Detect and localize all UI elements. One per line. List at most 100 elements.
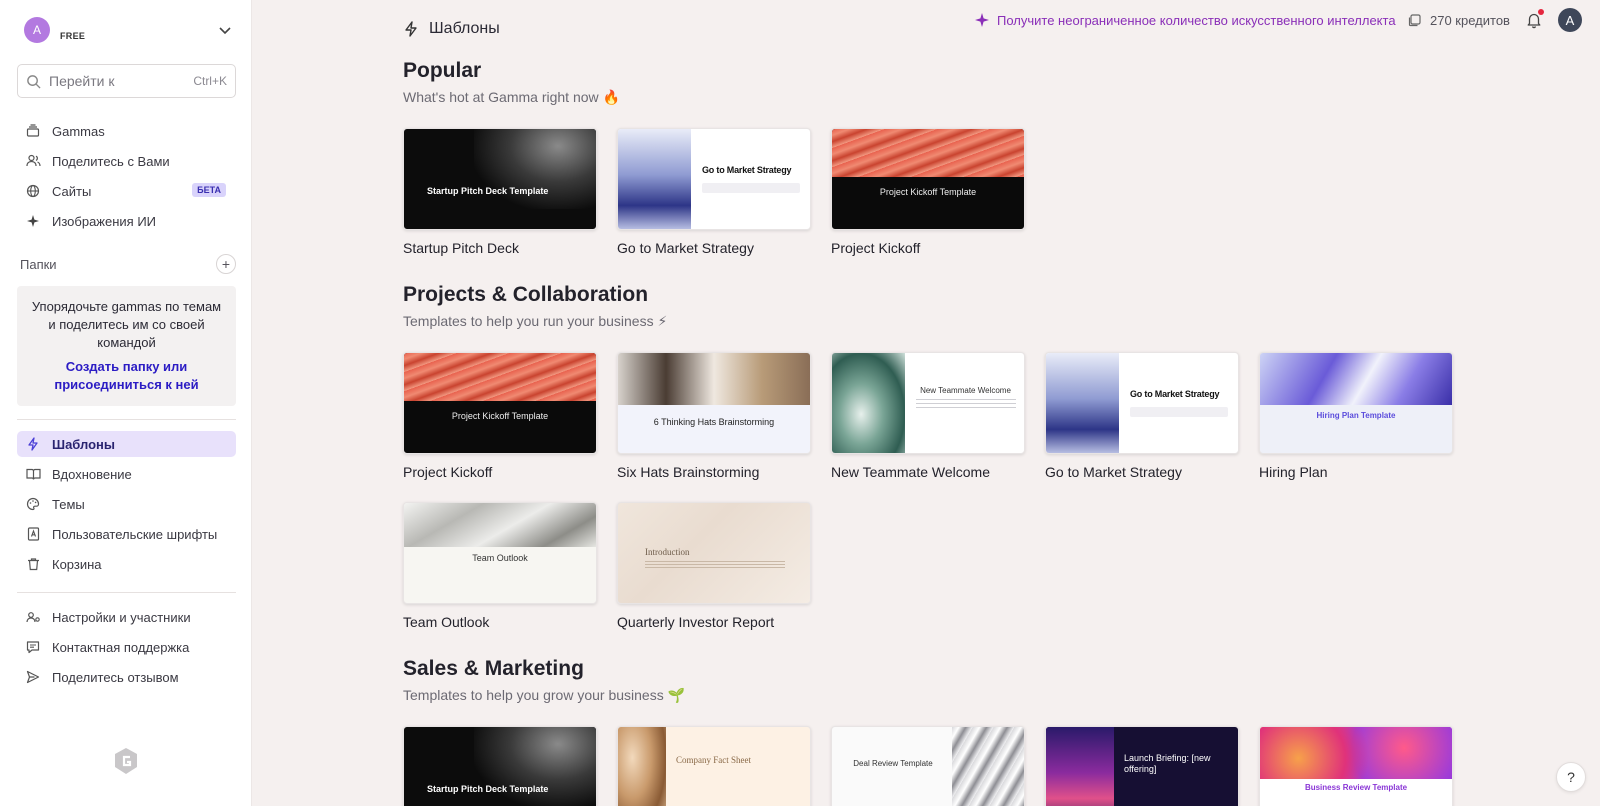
section-subtitle: What's hot at Gamma right now 🔥 (403, 89, 620, 105)
divider (17, 592, 236, 593)
settings-icon (25, 609, 41, 625)
search-input[interactable]: Перейти к Ctrl+K (17, 64, 236, 98)
thumbnail-title: Introduction (645, 547, 690, 557)
credits-text: 270 кредитов (1430, 12, 1510, 28)
template-card[interactable]: Introduction Quarterly Investor Report (617, 502, 811, 630)
section-title: Popular (403, 59, 482, 82)
template-card[interactable]: Go to Market Strategy Go to Market Strat… (617, 128, 811, 256)
thumbnail-title: Hiring Plan Template (1316, 411, 1396, 420)
template-thumbnail: Hiring Plan Template (1259, 352, 1453, 454)
search-icon (27, 74, 41, 89)
template-card[interactable]: Company Fact Sheet (617, 726, 811, 806)
section-title: Projects & Collaboration (403, 283, 649, 306)
template-card[interactable]: Startup Pitch Deck Template (403, 726, 597, 806)
section-title: Sales & Marketing (403, 657, 584, 680)
sidebar-item-shared[interactable]: Поделитесь с Вами (17, 148, 236, 174)
template-caption: Go to Market Strategy (1045, 464, 1182, 480)
template-thumbnail: Startup Pitch Deck Template (403, 128, 597, 230)
template-caption: Go to Market Strategy (617, 240, 754, 256)
sidebar-item-custom-fonts[interactable]: Пользовательские шрифты (17, 521, 236, 547)
chat-icon (25, 639, 41, 655)
template-caption: Startup Pitch Deck (403, 240, 519, 256)
thumbnail-title: Startup Pitch Deck Template (427, 186, 549, 196)
template-card[interactable]: Business Review Template (1259, 726, 1453, 806)
template-thumbnail: Team Outlook (403, 502, 597, 604)
template-card[interactable]: Launch Briefing: [new offering] (1045, 726, 1239, 806)
folders-heading: Папки (20, 257, 57, 272)
thumbnail-title: Startup Pitch Deck Template (427, 784, 549, 794)
user-avatar[interactable]: A (1558, 8, 1582, 32)
sidebar-item-templates[interactable]: Шаблоны (17, 431, 236, 457)
template-card[interactable]: 6 Thinking Hats Brainstorming Six Hats B… (617, 352, 811, 480)
thumbnail-title: Launch Briefing: [new offering] (1124, 753, 1211, 774)
credits-indicator[interactable]: 270 кредитов (1408, 11, 1510, 29)
section-subtitle: Templates to help you grow your business… (403, 687, 686, 703)
template-card[interactable]: Go to Market Strategy Go to Market Strat… (1045, 352, 1239, 480)
template-thumbnail: Go to Market Strategy (617, 128, 811, 230)
template-thumbnail: Introduction (617, 502, 811, 604)
search-shortcut: Ctrl+K (193, 74, 227, 88)
sidebar-item-label: Темы (52, 496, 85, 512)
thumbnail-title: New Teammate Welcome (920, 386, 1011, 395)
template-thumbnail: Launch Briefing: [new offering] (1045, 726, 1239, 806)
help-button[interactable]: ? (1556, 762, 1586, 792)
template-caption: Hiring Plan (1259, 464, 1328, 480)
template-caption: Project Kickoff (403, 464, 493, 480)
chevron-down-icon[interactable] (216, 21, 234, 39)
template-caption: Project Kickoff (831, 240, 921, 256)
gamma-logo-icon (115, 748, 137, 774)
sidebar-item-settings[interactable]: Настройки и участники (17, 604, 236, 630)
thumbnail-title: Company Fact Sheet (676, 755, 751, 765)
template-thumbnail: Project Kickoff Template (403, 352, 597, 454)
notifications-button[interactable] (1525, 9, 1544, 29)
upgrade-promo-link[interactable]: Получите неограниченное количество искус… (975, 11, 1396, 29)
lightning-icon (25, 436, 41, 452)
page-title-text: Шаблоны (429, 20, 500, 37)
thumbnail-title: Go to Market Strategy (702, 165, 792, 175)
font-icon (25, 526, 41, 542)
template-thumbnail: Go to Market Strategy (1045, 352, 1239, 454)
thumbnail-title: Deal Review Template (853, 759, 933, 768)
add-folder-button[interactable]: + (216, 254, 236, 274)
template-caption: Six Hats Brainstorming (617, 464, 760, 480)
sidebar-item-gammas[interactable]: Gammas (17, 118, 236, 144)
sidebar-item-inspiration[interactable]: Вдохновение (17, 461, 236, 487)
sidebar-item-trash[interactable]: Корзина (17, 551, 236, 577)
workspace-switcher[interactable]: A FREE (24, 15, 234, 45)
sidebar-item-themes[interactable]: Темы (17, 491, 236, 517)
sidebar-item-support[interactable]: Контактная поддержка (17, 634, 236, 660)
palette-icon (25, 496, 41, 512)
thumbnail-title: Team Outlook (472, 553, 528, 563)
template-thumbnail: Deal Review Template (831, 726, 1025, 806)
send-icon (25, 669, 41, 685)
template-thumbnail: Company Fact Sheet (617, 726, 811, 806)
template-card[interactable]: Deal Review Template (831, 726, 1025, 806)
sidebar-item-label: Поделитесь с Вами (52, 153, 170, 169)
template-caption: Team Outlook (403, 614, 490, 630)
globe-icon (25, 183, 41, 199)
users-icon (25, 153, 41, 169)
template-card[interactable]: Project Kickoff Template Project Kickoff (403, 352, 597, 480)
template-caption: Quarterly Investor Report (617, 614, 775, 630)
sidebar-item-feedback[interactable]: Поделитесь отзывом (17, 664, 236, 690)
template-card[interactable]: Project Kickoff Template Project Kickoff (831, 128, 1025, 256)
folders-empty-state: Упорядочьте gammas по темам и поделитесь… (17, 286, 236, 406)
sidebar-item-label: Контактная поддержка (52, 639, 190, 655)
thumbnail-title: Project Kickoff Template (451, 411, 549, 421)
thumbnail-title: Project Kickoff Template (879, 187, 977, 197)
template-card[interactable]: New Teammate Welcome New Teammate Welcom… (831, 352, 1025, 480)
sidebar-item-label: Вдохновение (52, 466, 132, 482)
template-card[interactable]: Hiring Plan Template Hiring Plan (1259, 352, 1453, 480)
sidebar-item-sites[interactable]: Сайты БЕТА (17, 178, 236, 204)
template-thumbnail: 6 Thinking Hats Brainstorming (617, 352, 811, 454)
book-icon (25, 466, 41, 482)
template-card[interactable]: Team Outlook Team Outlook (403, 502, 597, 630)
template-card[interactable]: Startup Pitch Deck Template Startup Pitc… (403, 128, 597, 256)
template-caption: New Teammate Welcome (831, 464, 990, 480)
thumbnail-title: Business Review Template (1304, 783, 1408, 792)
beta-badge: БЕТА (192, 183, 226, 197)
create-folder-link[interactable]: Создать папку или присоединиться к ней (27, 358, 226, 394)
sidebar-item-label: Пользовательские шрифты (52, 526, 218, 542)
sidebar-item-ai-images[interactable]: Изображения ИИ (17, 208, 236, 234)
sidebar-item-label: Поделитесь отзывом (52, 669, 179, 685)
